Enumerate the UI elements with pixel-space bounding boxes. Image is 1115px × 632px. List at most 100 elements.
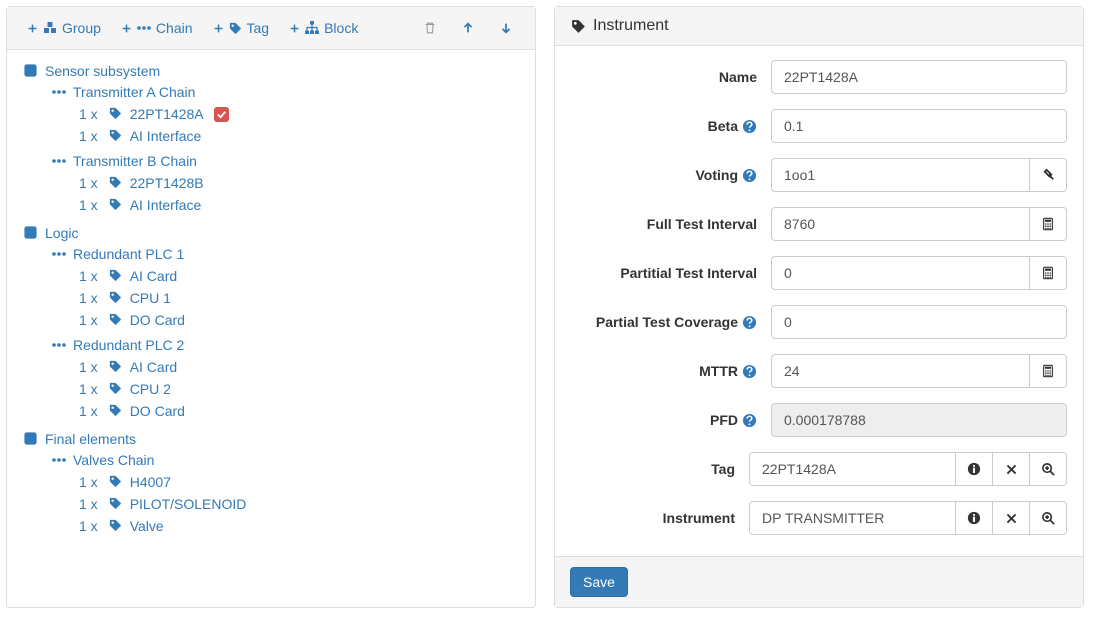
tag-clear-button[interactable]	[992, 452, 1030, 486]
tree-item[interactable]: 1 x 22PT1428B	[79, 175, 204, 191]
square-icon	[23, 225, 39, 241]
zoom-in-icon	[1041, 511, 1056, 526]
pti-input[interactable]	[771, 256, 1030, 290]
tree-item[interactable]: 1 xCPU 1	[79, 290, 171, 306]
square-icon	[23, 431, 39, 447]
tag-icon	[108, 197, 124, 213]
tree-group-label: Sensor subsystem	[45, 63, 160, 79]
instrument-info-button[interactable]	[955, 501, 993, 535]
dots-icon	[51, 246, 67, 262]
plus-icon	[121, 23, 132, 34]
dots-icon	[51, 84, 67, 100]
save-button[interactable]: Save	[570, 567, 628, 597]
tree-item-label: DO Card	[130, 403, 185, 419]
ptc-label: Partial Test Coverage	[571, 314, 771, 330]
dots-icon	[51, 452, 67, 468]
detail-title: Instrument	[593, 17, 669, 35]
tree-group[interactable]: Logic	[23, 225, 78, 241]
help-icon[interactable]	[742, 119, 757, 134]
help-icon[interactable]	[742, 315, 757, 330]
tag-icon	[108, 268, 124, 284]
tree-item-qty: 1 x	[79, 175, 98, 191]
fti-input[interactable]	[771, 207, 1030, 241]
pti-calc-button[interactable]	[1029, 256, 1067, 290]
instrument-clear-button[interactable]	[992, 501, 1030, 535]
tree-group[interactable]: Sensor subsystem	[23, 63, 160, 79]
pti-label: Partitial Test Interval	[571, 265, 771, 281]
tree-chain[interactable]: Transmitter A Chain	[51, 84, 195, 100]
add-chain-button[interactable]: Chain	[111, 15, 203, 41]
move-down-button[interactable]	[487, 15, 525, 41]
beta-input[interactable]	[771, 109, 1067, 143]
tree-chain[interactable]: Redundant PLC 2	[51, 337, 184, 353]
plus-icon	[289, 23, 300, 34]
cubes-icon	[42, 21, 58, 35]
tree-item-label: AI Interface	[130, 197, 202, 213]
move-up-button[interactable]	[449, 15, 487, 41]
tree-item[interactable]: 1 x 22PT1428A	[79, 106, 229, 122]
mttr-calc-button[interactable]	[1029, 354, 1067, 388]
tree-chain-label: Redundant PLC 1	[73, 246, 184, 262]
tree-item[interactable]: 1 xAI Card	[79, 359, 177, 375]
tree-group-label: Final elements	[45, 431, 136, 447]
tag-input[interactable]	[749, 452, 956, 486]
toolbar: Group Chain Tag Block	[7, 7, 535, 50]
fti-label: Full Test Interval	[571, 216, 771, 232]
tree-item-qty: 1 x	[79, 312, 98, 328]
tree-item-label: CPU 1	[130, 290, 171, 306]
structure-tree: Sensor subsystem Transmitter A Chain 1 x 22…	[7, 50, 535, 557]
tag-icon	[108, 106, 124, 122]
tree-item[interactable]: 1 x AI Interface	[79, 197, 201, 213]
tree-item[interactable]: 1 xDO Card	[79, 312, 185, 328]
instrument-input[interactable]	[749, 501, 956, 535]
delete-button[interactable]	[411, 15, 449, 41]
voting-input[interactable]	[771, 158, 1030, 192]
tag-icon	[108, 474, 124, 490]
close-icon	[1005, 463, 1018, 476]
detail-panel: Instrument Name Beta Voting	[554, 6, 1084, 608]
calculator-icon	[1041, 216, 1055, 232]
tree-item[interactable]: 1 xPILOT/SOLENOID	[79, 496, 246, 512]
tree-item-qty: 1 x	[79, 197, 98, 213]
tree-item-label: 22PT1428B	[130, 175, 204, 191]
tree-chain-label: Redundant PLC 2	[73, 337, 184, 353]
tree-item[interactable]: 1 xH4007	[79, 474, 171, 490]
pfd-label: PFD	[571, 412, 771, 428]
name-input[interactable]	[771, 60, 1067, 94]
tree-chain[interactable]: Valves Chain	[51, 452, 154, 468]
help-icon[interactable]	[742, 364, 757, 379]
voting-action-button[interactable]	[1029, 158, 1067, 192]
tag-icon	[108, 175, 124, 191]
tag-icon	[108, 128, 124, 144]
tag-browse-button[interactable]	[1029, 452, 1067, 486]
calculator-icon	[1041, 363, 1055, 379]
selected-badge-icon	[214, 107, 229, 122]
tree-item[interactable]: 1 xAI Interface	[79, 128, 201, 144]
help-icon[interactable]	[742, 168, 757, 183]
tree-chain[interactable]: Redundant PLC 1	[51, 246, 184, 262]
tree-item[interactable]: 1 xDO Card	[79, 403, 185, 419]
help-icon[interactable]	[742, 413, 757, 428]
detail-footer: Save	[555, 556, 1083, 607]
add-block-button[interactable]: Block	[279, 15, 368, 41]
add-group-button[interactable]: Group	[17, 15, 111, 41]
pfd-input	[771, 403, 1067, 437]
tree-chain[interactable]: Transmitter B Chain	[51, 153, 197, 169]
tree-item[interactable]: 1 xAI Card	[79, 268, 177, 284]
tree-item[interactable]: 1 xValve	[79, 518, 164, 534]
tag-info-button[interactable]	[955, 452, 993, 486]
mttr-input[interactable]	[771, 354, 1030, 388]
tree-group[interactable]: Final elements	[23, 431, 136, 447]
add-tag-button[interactable]: Tag	[203, 15, 280, 41]
tree-item-label: AI Interface	[130, 128, 202, 144]
fti-calc-button[interactable]	[1029, 207, 1067, 241]
tag-icon	[108, 518, 124, 534]
tree-item[interactable]: 1 xCPU 2	[79, 381, 171, 397]
tree-item-label: 22PT1428A	[130, 106, 204, 122]
ptc-input[interactable]	[771, 305, 1067, 339]
instrument-browse-button[interactable]	[1029, 501, 1067, 535]
tag-icon	[570, 18, 587, 35]
tree-item-qty: 1 x	[79, 518, 98, 534]
detail-form: Name Beta Voting	[555, 46, 1083, 556]
tree-item-qty: 1 x	[79, 106, 98, 122]
